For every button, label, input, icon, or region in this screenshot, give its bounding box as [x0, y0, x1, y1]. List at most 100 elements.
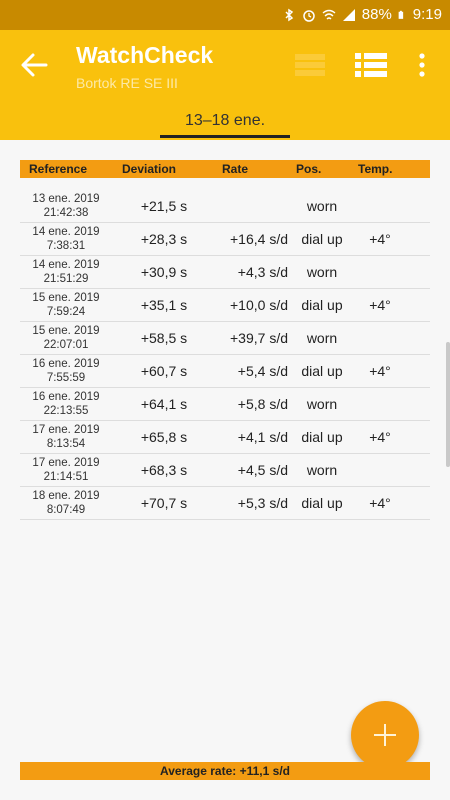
alarm-icon: [303, 9, 315, 22]
rate-cell: +4,1 s/d: [237, 429, 288, 445]
position-cell: worn: [306, 264, 338, 280]
reference-time: 7:38:31: [46, 240, 86, 252]
rate-cell: +10,0 s/d: [230, 297, 288, 313]
rate-cell: +4,5 s/d: [237, 462, 288, 478]
position-cell: dial up: [301, 363, 343, 379]
reference-time: 8:13:54: [46, 438, 86, 450]
reference-time: 22:13:55: [43, 405, 89, 417]
deviation-cell: +64,1 s: [140, 396, 188, 412]
tab-bar: 13–18 ene.: [0, 100, 450, 140]
table-row[interactable]: 15 ene. 2019 22:07:01 +58,5 s +39,7 s/d w…: [20, 322, 430, 355]
status-icons: 88% 9:19: [282, 6, 442, 23]
table-row[interactable]: 16 ene. 2019 22:13:55 +64,1 s +5,8 s/d wo…: [20, 388, 430, 421]
reference-time: 7:59:24: [46, 306, 86, 318]
temperature-cell: +4°: [369, 297, 391, 313]
reference-date: 16 ene. 2019: [32, 358, 100, 370]
reference-date: 15 ene. 2019: [32, 325, 100, 337]
reference-time: 21:14:51: [43, 471, 89, 483]
tab-week[interactable]: 13–18 ene.: [160, 100, 290, 140]
table-row[interactable]: 15 ene. 2019 7:59:24 +35,1 s +10,0 s/d di…: [20, 289, 430, 322]
average-rate-bar: Average rate: +11,1 s/d: [20, 762, 430, 780]
bluetooth-icon: [285, 8, 293, 21]
reference-date: 17 ene. 2019: [32, 424, 100, 436]
tab-indicator: [160, 135, 290, 138]
reference-date: 16 ene. 2019: [32, 391, 100, 403]
reference-cell: 17 ene. 2019 8:13:54: [20, 423, 112, 451]
status-bar: 88% 9:19: [0, 0, 450, 30]
temperature-cell: +4°: [369, 429, 391, 445]
reference-date: 13 ene. 2019: [32, 193, 100, 205]
deviation-cell: +68,3 s: [140, 462, 188, 478]
table-row[interactable]: 14 ene. 2019 21:51:29 +30,9 s +4,3 s/d wo…: [20, 256, 430, 289]
signal-icon: [342, 8, 355, 21]
deviation-cell: +21,5 s: [140, 198, 188, 214]
reference-cell: 17 ene. 2019 21:14:51: [20, 456, 112, 484]
table-row[interactable]: 17 ene. 2019 21:14:51 +68,3 s +4,5 s/d wo…: [20, 454, 430, 487]
reference-date: 15 ene. 2019: [32, 292, 100, 304]
reference-cell: 16 ene. 2019 22:13:55: [20, 390, 112, 418]
deviation-cell: +70,7 s: [140, 495, 188, 511]
rate-cell: +16,4 s/d: [230, 231, 288, 247]
reference-time: 21:51:29: [43, 273, 89, 285]
list-icon[interactable]: [355, 52, 387, 78]
measurement-list: 13 ene. 2019 21:42:38 +21,5 s worn 14 ene…: [20, 190, 430, 520]
add-measurement-button[interactable]: [351, 701, 419, 769]
table-row[interactable]: 17 ene. 2019 8:13:54 +65,8 s +4,1 s/d dia…: [20, 421, 430, 454]
rate-cell: +5,3 s/d: [237, 495, 288, 511]
temperature-cell: +4°: [369, 363, 391, 379]
arrow-left-icon[interactable]: [20, 52, 48, 78]
reference-cell: 14 ene. 2019 7:38:31: [20, 225, 112, 253]
header-temperature: Temp.: [358, 162, 393, 176]
app-subtitle: Bortok RE SE III: [76, 75, 178, 91]
deviation-cell: +58,5 s: [140, 330, 188, 346]
table-row[interactable]: 13 ene. 2019 21:42:38 +21,5 s worn: [20, 190, 430, 223]
reference-time: 22:07:01: [43, 339, 89, 351]
header-reference: Reference: [29, 162, 88, 176]
reference-cell: 13 ene. 2019 21:42:38: [20, 192, 112, 220]
reference-cell: 15 ene. 2019 22:07:01: [20, 324, 112, 352]
deviation-cell: +28,3 s: [140, 231, 188, 247]
deviation-cell: +65,8 s: [140, 429, 188, 445]
position-cell: worn: [306, 198, 338, 214]
battery-icon: [398, 10, 403, 19]
edge-panel-handle[interactable]: [446, 342, 450, 467]
plus-icon: [374, 724, 396, 746]
reference-date: 14 ene. 2019: [32, 259, 100, 271]
temperature-cell: +4°: [369, 495, 391, 511]
app-title: WatchCheck: [76, 42, 214, 68]
more-vert-icon[interactable]: [418, 50, 426, 80]
reference-cell: 15 ene. 2019 7:59:24: [20, 291, 112, 319]
position-cell: dial up: [301, 429, 343, 445]
table-header: Reference Deviation Rate Pos. Temp.: [20, 160, 430, 178]
position-cell: worn: [306, 396, 338, 412]
battery-level: 88%: [361, 6, 392, 23]
deviation-cell: +60,7 s: [140, 363, 188, 379]
reference-cell: 14 ene. 2019 21:51:29: [20, 258, 112, 286]
rate-cell: +5,4 s/d: [237, 363, 288, 379]
list-icon[interactable]: [295, 52, 325, 78]
app-bar: WatchCheck Bortok RE SE III: [0, 30, 450, 100]
rate-cell: +4,3 s/d: [237, 264, 288, 280]
position-cell: dial up: [301, 297, 343, 313]
rate-cell: +39,7 s/d: [230, 330, 288, 346]
tab-label: 13–18 ene.: [184, 112, 266, 129]
position-cell: worn: [306, 330, 338, 346]
table-row[interactable]: 18 ene. 2019 8:07:49 +70,7 s +5,3 s/d dia…: [20, 487, 430, 520]
deviation-cell: +35,1 s: [140, 297, 188, 313]
reference-time: 8:07:49: [46, 504, 86, 516]
reference-cell: 16 ene. 2019 7:55:59: [20, 357, 112, 385]
reference-cell: 18 ene. 2019 8:07:49: [20, 489, 112, 517]
rate-cell: +5,8 s/d: [237, 396, 288, 412]
reference-date: 18 ene. 2019: [32, 490, 100, 502]
table-row[interactable]: 14 ene. 2019 7:38:31 +28,3 s +16,4 s/d di…: [20, 223, 430, 256]
reference-time: 21:42:38: [43, 207, 89, 219]
reference-date: 14 ene. 2019: [32, 226, 100, 238]
header-position: Pos.: [296, 162, 322, 176]
header-rate: Rate: [222, 162, 249, 176]
wifi-icon: [322, 9, 336, 20]
header-deviation: Deviation: [122, 162, 177, 176]
temperature-cell: +4°: [369, 231, 391, 247]
deviation-cell: +30,9 s: [140, 264, 188, 280]
position-cell: dial up: [301, 495, 343, 511]
table-row[interactable]: 16 ene. 2019 7:55:59 +60,7 s +5,4 s/d dia…: [20, 355, 430, 388]
